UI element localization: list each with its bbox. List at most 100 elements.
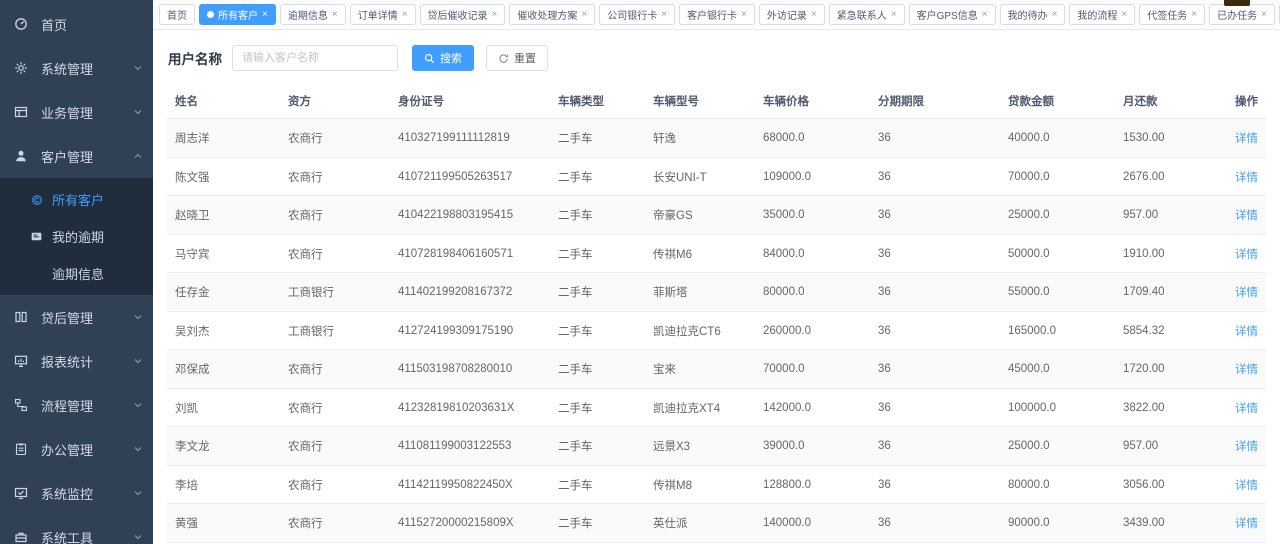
tab-all-customers-active[interactable]: 所有客户 × [199, 4, 276, 25]
detail-link[interactable]: 详情 [1235, 441, 1258, 453]
customer-table: 姓名 资方 身份证号 车辆类型 车辆型号 车辆价格 分期期限 贷款金额 月还款 … [167, 84, 1266, 544]
sidebar-item-report-stats[interactable]: 报表统计 [0, 339, 153, 383]
tab-label: 外访记录 [767, 7, 807, 22]
cell-funder: 农商行 [280, 157, 390, 196]
sidebar-item-label: 流程管理 [41, 396, 133, 415]
cell-loan-amount: 25000.0 [1000, 196, 1115, 235]
reset-button[interactable]: 重置 [486, 45, 548, 71]
cell-name: 赵晓卫 [167, 196, 280, 235]
cell-vehicle-price: 128800.0 [755, 465, 870, 504]
detail-link[interactable]: 详情 [1235, 518, 1258, 530]
cell-vehicle-type: 二手车 [550, 119, 645, 158]
tab[interactable]: 紧急联系人 × [829, 4, 905, 25]
sidebar-item-overdue-info[interactable]: 逾期信息 [0, 255, 153, 292]
search-input[interactable] [232, 45, 398, 71]
table-row: 任存金 工商银行 411402199208167372 二手车 菲斯塔 8000… [167, 273, 1266, 312]
table-row: 马守宾 农商行 410728198406160571 二手车 传祺M6 8400… [167, 234, 1266, 273]
tab[interactable]: 公司银行卡 × [599, 4, 675, 25]
close-icon[interactable]: × [492, 10, 498, 20]
cell-vehicle-price: 140000.0 [755, 504, 870, 543]
cell-loan-amount: 25000.0 [1000, 427, 1115, 466]
tab[interactable]: 已办任务 × [1209, 4, 1275, 25]
cell-vehicle-price: 84000.0 [755, 234, 870, 273]
sidebar-item-business-mgmt[interactable]: 业务管理 [0, 90, 153, 134]
cell-id-number: 411402199208167372 [390, 273, 550, 312]
sidebar-item-office-mgmt[interactable]: 办公管理 [0, 427, 153, 471]
tab[interactable]: 客户银行卡 × [679, 4, 755, 25]
sidebar-item-system-tools[interactable]: 系统工具 [0, 515, 153, 544]
detail-link[interactable]: 详情 [1235, 480, 1258, 492]
close-icon[interactable]: × [262, 10, 268, 20]
close-icon[interactable]: × [1121, 10, 1127, 20]
cell-term: 36 [870, 119, 1000, 158]
cell-name: 吴刘杰 [167, 311, 280, 350]
tab[interactable]: 外访记录 × [759, 4, 825, 25]
detail-link[interactable]: 详情 [1235, 172, 1258, 184]
tab-label: 订单详情 [358, 7, 398, 22]
col-header-id-number: 身份证号 [390, 84, 550, 119]
close-icon[interactable]: × [332, 10, 338, 20]
sidebar-item-all-customers[interactable]: 所有客户 [0, 181, 153, 218]
close-icon[interactable]: × [1261, 10, 1267, 20]
detail-link[interactable]: 详情 [1235, 364, 1258, 376]
close-icon[interactable]: × [741, 10, 747, 20]
sidebar-item-my-overdue[interactable]: 我的逾期 [0, 218, 153, 255]
detail-link[interactable]: 详情 [1235, 249, 1258, 261]
tab-label: 紧急联系人 [837, 7, 887, 22]
sidebar-item-customer-mgmt[interactable]: 客户管理 [0, 134, 153, 178]
tab-label: 客户GPS信息 [917, 7, 978, 22]
chevron-down-icon [133, 532, 143, 542]
detail-link[interactable]: 详情 [1235, 210, 1258, 222]
table-row: 李培 农商行 41142119950822450X 二手车 传祺M8 12880… [167, 465, 1266, 504]
cell-monthly-payment: 3822.00 [1115, 388, 1215, 427]
cell-id-number: 412724199309175190 [390, 311, 550, 350]
detail-link[interactable]: 详情 [1235, 287, 1258, 299]
tab[interactable]: 贷后催收记录 × [420, 4, 506, 25]
sidebar-item-process-mgmt[interactable]: 流程管理 [0, 383, 153, 427]
close-icon[interactable]: × [891, 10, 897, 20]
cell-loan-amount: 70000.0 [1000, 157, 1115, 196]
close-icon[interactable]: × [1191, 10, 1197, 20]
cell-loan-amount: 55000.0 [1000, 273, 1115, 312]
detail-link[interactable]: 详情 [1235, 326, 1258, 338]
detail-link[interactable]: 详情 [1235, 133, 1258, 145]
search-icon [424, 53, 435, 64]
tab-home[interactable]: 首页 [159, 4, 195, 25]
close-icon[interactable]: × [581, 10, 587, 20]
close-icon[interactable]: × [982, 10, 988, 20]
sidebar-item-system-monitor[interactable]: 系统监控 [0, 471, 153, 515]
cell-funder: 农商行 [280, 465, 390, 504]
sidebar-item-system-mgmt[interactable]: 系统管理 [0, 46, 153, 90]
sidebar-item-home[interactable]: 首页 [0, 2, 153, 46]
cell-loan-amount: 40000.0 [1000, 119, 1115, 158]
table-row: 邓保成 农商行 411503198708280010 二手车 宝来 70000.… [167, 350, 1266, 389]
close-icon[interactable]: × [661, 10, 667, 20]
chevron-down-icon [133, 312, 143, 322]
chevron-down-icon [133, 356, 143, 366]
tab[interactable]: 客户GPS信息 × [909, 4, 996, 25]
tab[interactable]: 代签任务 × [1139, 4, 1205, 25]
close-icon[interactable]: × [811, 10, 817, 20]
cell-vehicle-price: 39000.0 [755, 427, 870, 466]
sidebar-item-postloan-mgmt[interactable]: 贷后管理 [0, 295, 153, 339]
cell-name: 周志洋 [167, 119, 280, 158]
dashboard-icon [14, 17, 28, 31]
cell-monthly-payment: 3056.00 [1115, 465, 1215, 504]
cell-id-number: 41152720000215809X [390, 504, 550, 543]
tab[interactable]: 我的流程 × [1069, 4, 1135, 25]
close-icon[interactable]: × [402, 10, 408, 20]
postloan-columns-icon [14, 310, 28, 324]
cell-vehicle-model: 传祺M8 [645, 465, 755, 504]
tab[interactable]: 我的待办 × [1000, 4, 1066, 25]
tab-label: 首页 [167, 7, 187, 22]
cell-id-number: 410728198406160571 [390, 234, 550, 273]
detail-link[interactable]: 详情 [1235, 403, 1258, 415]
tab[interactable]: 逾期信息 × [280, 4, 346, 25]
cell-vehicle-type: 二手车 [550, 350, 645, 389]
tab[interactable]: 催收处理方案 × [509, 4, 595, 25]
system-monitor-icon [14, 486, 28, 500]
sidebar-item-label: 首页 [41, 15, 143, 34]
close-icon[interactable]: × [1052, 10, 1058, 20]
tab[interactable]: 订单详情 × [350, 4, 416, 25]
search-button[interactable]: 搜索 [412, 45, 474, 71]
